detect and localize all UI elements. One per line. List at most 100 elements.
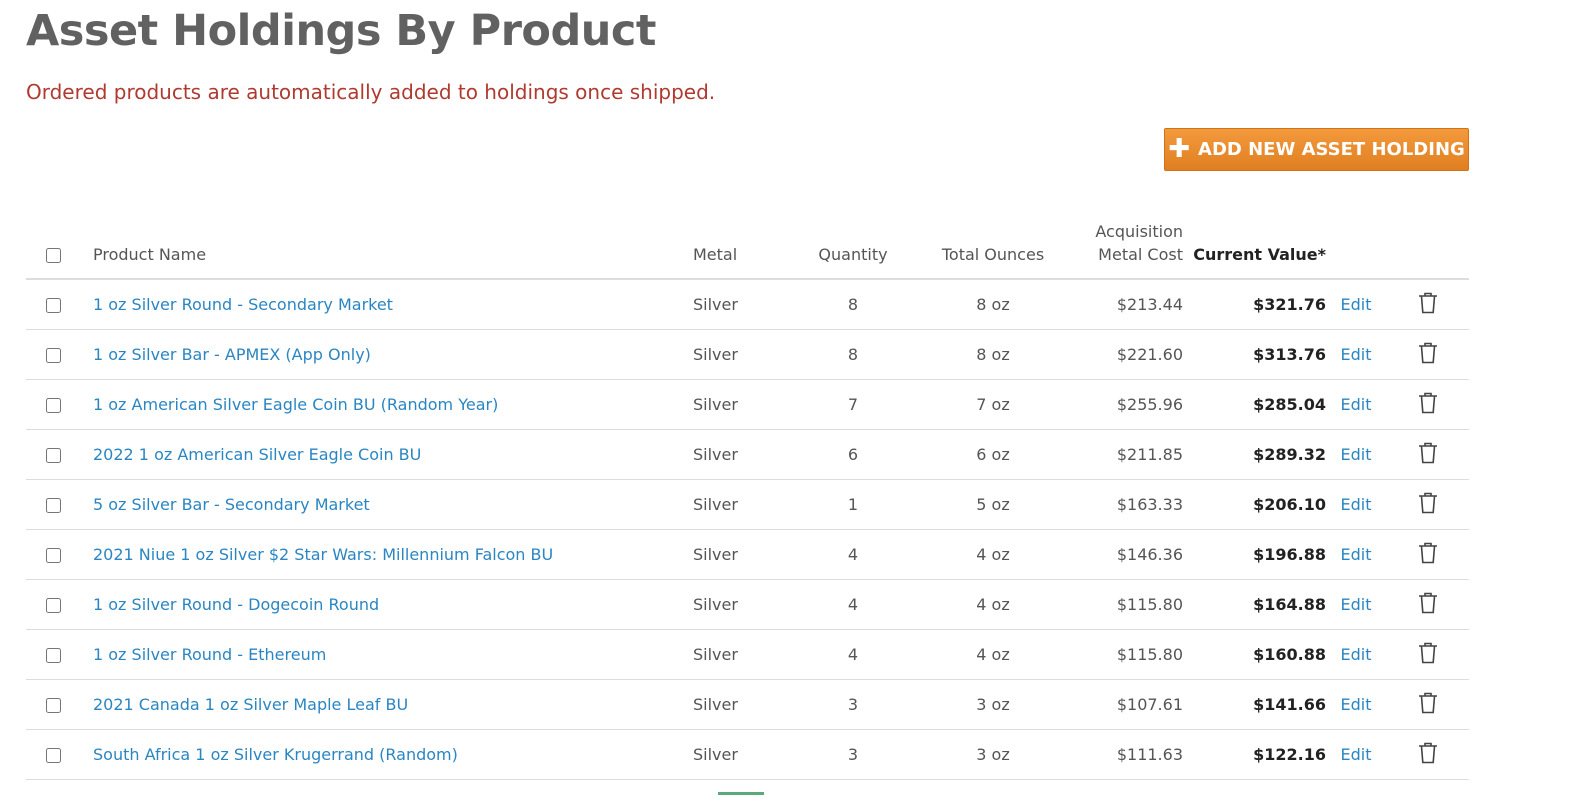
edit-link[interactable]: Edit — [1341, 545, 1372, 564]
product-name-link[interactable]: 2021 Canada 1 oz Silver Maple Leaf BU — [93, 695, 408, 714]
trash-icon[interactable] — [1418, 592, 1438, 618]
total-ounces-cell: 6 oz — [923, 429, 1063, 480]
total-ounces-cell: 3 oz — [923, 679, 1063, 730]
current-value-cell: $160.88 — [1183, 629, 1326, 680]
edit-cell: Edit — [1326, 729, 1386, 780]
product-name-cell: 1 oz American Silver Eagle Coin BU (Rand… — [93, 379, 693, 430]
trash-icon[interactable] — [1418, 392, 1438, 418]
edit-link[interactable]: Edit — [1341, 345, 1372, 364]
column-header-current-value[interactable]: Current Value* — [1183, 200, 1326, 280]
product-name-link[interactable]: 2022 1 oz American Silver Eagle Coin BU — [93, 445, 421, 464]
current-value-cell: $196.88 — [1183, 529, 1326, 580]
trash-icon[interactable] — [1418, 642, 1438, 668]
product-name-link[interactable]: 1 oz Silver Round - Secondary Market — [93, 295, 393, 314]
edit-link[interactable]: Edit — [1341, 445, 1372, 464]
edit-cell: Edit — [1326, 279, 1386, 330]
delete-cell — [1386, 579, 1469, 630]
acquisition-cost-cell: $221.60 — [1063, 329, 1183, 380]
trash-icon[interactable] — [1418, 742, 1438, 768]
acquisition-cost-cell: $115.80 — [1063, 629, 1183, 680]
row-checkbox[interactable] — [46, 298, 61, 313]
column-header-delete — [1386, 200, 1469, 280]
product-name-link[interactable]: 1 oz American Silver Eagle Coin BU (Rand… — [93, 395, 498, 414]
row-checkbox[interactable] — [46, 548, 61, 563]
product-name-cell: South Africa 1 oz Silver Krugerrand (Ran… — [93, 729, 693, 780]
product-name-link[interactable]: 1 oz Silver Bar - APMEX (App Only) — [93, 345, 371, 364]
product-name-cell: 2021 Canada 1 oz Silver Maple Leaf BU — [93, 679, 693, 730]
pagination-indicator[interactable] — [718, 792, 764, 795]
product-name-link[interactable]: 1 oz Silver Round - Dogecoin Round — [93, 595, 379, 614]
edit-link[interactable]: Edit — [1341, 695, 1372, 714]
delete-cell — [1386, 529, 1469, 580]
delete-cell — [1386, 629, 1469, 680]
edit-link[interactable]: Edit — [1341, 395, 1372, 414]
metal-cell: Silver — [693, 279, 783, 330]
row-checkbox[interactable] — [46, 598, 61, 613]
total-ounces-cell: 4 oz — [923, 529, 1063, 580]
total-ounces-cell: 8 oz — [923, 279, 1063, 330]
row-checkbox[interactable] — [46, 498, 61, 513]
edit-link[interactable]: Edit — [1341, 295, 1372, 314]
edit-link[interactable]: Edit — [1341, 495, 1372, 514]
row-checkbox[interactable] — [46, 748, 61, 763]
column-header-acquisition-metal-cost[interactable]: Acquisition Metal Cost — [1063, 200, 1183, 280]
table-row: 2022 1 oz American Silver Eagle Coin BU … — [26, 429, 1469, 480]
total-ounces-cell: 7 oz — [923, 379, 1063, 430]
holdings-table: Product Name Metal Quantity Total Ounces… — [26, 200, 1469, 780]
row-checkbox[interactable] — [46, 648, 61, 663]
row-checkbox[interactable] — [46, 398, 61, 413]
row-select-cell — [26, 579, 93, 630]
select-all-cell — [26, 200, 93, 280]
metal-cell: Silver — [693, 579, 783, 630]
acquisition-cost-cell: $111.63 — [1063, 729, 1183, 780]
trash-icon[interactable] — [1418, 292, 1438, 318]
edit-cell: Edit — [1326, 429, 1386, 480]
delete-cell — [1386, 379, 1469, 430]
table-row: 1 oz Silver Round - Secondary Market Sil… — [26, 279, 1469, 330]
column-header-quantity[interactable]: Quantity — [783, 200, 923, 280]
row-select-cell — [26, 279, 93, 330]
trash-icon[interactable] — [1418, 542, 1438, 568]
product-name-link[interactable]: South Africa 1 oz Silver Krugerrand (Ran… — [93, 745, 458, 764]
trash-icon[interactable] — [1418, 442, 1438, 468]
trash-icon[interactable] — [1418, 492, 1438, 518]
table-row: South Africa 1 oz Silver Krugerrand (Ran… — [26, 729, 1469, 780]
edit-cell: Edit — [1326, 479, 1386, 530]
edit-cell: Edit — [1326, 629, 1386, 680]
total-ounces-cell: 5 oz — [923, 479, 1063, 530]
product-name-link[interactable]: 2021 Niue 1 oz Silver $2 Star Wars: Mill… — [93, 545, 553, 564]
product-name-link[interactable]: 5 oz Silver Bar - Secondary Market — [93, 495, 370, 514]
edit-link[interactable]: Edit — [1341, 645, 1372, 664]
total-ounces-cell: 4 oz — [923, 579, 1063, 630]
row-checkbox[interactable] — [46, 348, 61, 363]
select-all-checkbox[interactable] — [46, 248, 61, 263]
column-header-edit — [1326, 200, 1386, 280]
quantity-cell: 7 — [783, 379, 923, 430]
edit-link[interactable]: Edit — [1341, 595, 1372, 614]
total-ounces-cell: 4 oz — [923, 629, 1063, 680]
metal-cell: Silver — [693, 329, 783, 380]
column-header-metal[interactable]: Metal — [693, 200, 783, 280]
acquisition-cost-cell: $255.96 — [1063, 379, 1183, 430]
quantity-cell: 3 — [783, 729, 923, 780]
edit-cell: Edit — [1326, 379, 1386, 430]
row-checkbox[interactable] — [46, 698, 61, 713]
acquisition-header-line2: Metal Cost — [1098, 245, 1183, 264]
row-checkbox[interactable] — [46, 448, 61, 463]
column-header-product-name[interactable]: Product Name — [93, 200, 693, 280]
trash-icon[interactable] — [1418, 342, 1438, 368]
metal-cell: Silver — [693, 729, 783, 780]
acquisition-cost-cell: $163.33 — [1063, 479, 1183, 530]
table-row: 1 oz Silver Bar - APMEX (App Only) Silve… — [26, 329, 1469, 380]
total-ounces-cell: 8 oz — [923, 329, 1063, 380]
acquisition-cost-cell: $107.61 — [1063, 679, 1183, 730]
product-name-cell: 2022 1 oz American Silver Eagle Coin BU — [93, 429, 693, 480]
trash-icon[interactable] — [1418, 692, 1438, 718]
column-header-total-ounces[interactable]: Total Ounces — [923, 200, 1063, 280]
product-name-link[interactable]: 1 oz Silver Round - Ethereum — [93, 645, 326, 664]
delete-cell — [1386, 729, 1469, 780]
acquisition-cost-cell: $213.44 — [1063, 279, 1183, 330]
add-new-asset-holding-button[interactable]: ✚ ADD NEW ASSET HOLDING — [1164, 128, 1469, 171]
row-select-cell — [26, 429, 93, 480]
edit-link[interactable]: Edit — [1341, 745, 1372, 764]
